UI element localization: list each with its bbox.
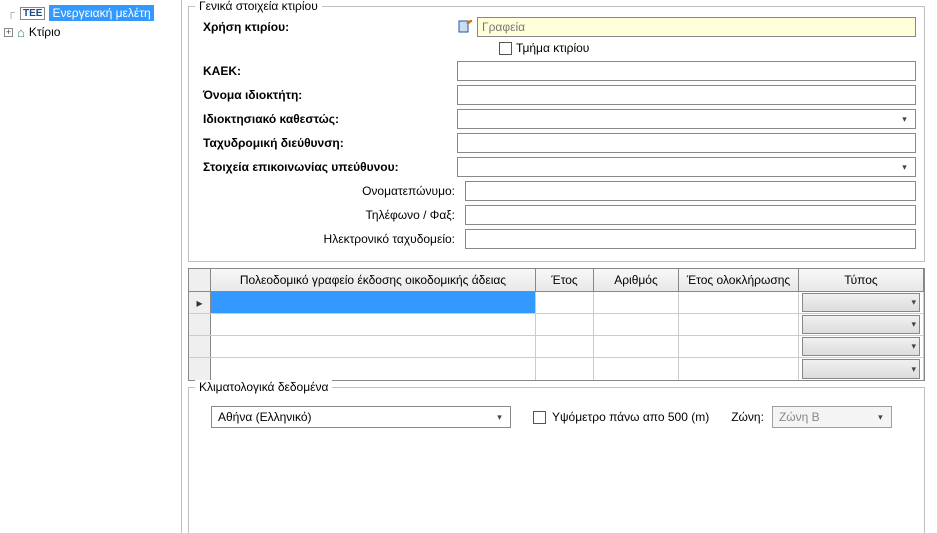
tree-panel: ┌ TEE Ενεργειακή μελέτη + ⌂ Κτίριο bbox=[0, 0, 182, 533]
altitude-checkbox[interactable] bbox=[533, 411, 546, 424]
owner-label: Όνομα ιδιοκτήτη: bbox=[197, 88, 457, 102]
tee-icon: TEE bbox=[20, 7, 45, 20]
tree-connector: ┌ bbox=[4, 7, 18, 19]
ownership-label: Ιδιοκτησιακό καθεστώς: bbox=[197, 112, 457, 126]
tree-root-label: Ενεργειακή μελέτη bbox=[49, 5, 153, 21]
chevron-down-icon: ▾ bbox=[896, 111, 913, 127]
email-label: Ηλεκτρονικό ταχυδομείο: bbox=[197, 232, 465, 246]
grid-row[interactable]: ▸ ▾ bbox=[189, 292, 924, 314]
use-input[interactable]: Γραφεία bbox=[477, 17, 916, 37]
col-year-header[interactable]: Έτος bbox=[536, 269, 594, 291]
owner-input[interactable] bbox=[457, 85, 916, 105]
ownership-select[interactable]: ▾ bbox=[457, 109, 916, 129]
chevron-down-icon: ▾ bbox=[491, 408, 508, 426]
general-legend: Γενικά στοιχεία κτιρίου bbox=[195, 0, 322, 13]
kaek-label: ΚΑΕΚ: bbox=[197, 64, 457, 78]
row-marker: ▸ bbox=[189, 292, 211, 313]
kaek-input[interactable] bbox=[457, 61, 916, 81]
cell-year[interactable] bbox=[536, 292, 594, 313]
grid-row[interactable]: ▾ bbox=[189, 314, 924, 336]
col-type-header[interactable]: Τύπος bbox=[799, 269, 924, 291]
col-finish-header[interactable]: Έτος ολοκλήρωσης bbox=[679, 269, 799, 291]
tree-child-label: Κτίριο bbox=[27, 24, 63, 40]
col-num-header[interactable]: Αριθμός bbox=[594, 269, 679, 291]
tree-expand-icon[interactable]: + bbox=[4, 28, 13, 37]
main-panel: Γενικά στοιχεία κτιρίου Χρήση κτιρίου: Γ… bbox=[182, 0, 937, 533]
permits-grid[interactable]: Πολεοδομικό γραφείο έκδοσης οικοδομικής … bbox=[188, 268, 925, 381]
use-label: Χρήση κτιρίου: bbox=[197, 20, 457, 34]
grid-corner bbox=[189, 269, 211, 291]
col-pol-header[interactable]: Πολεοδομικό γραφείο έκδοσης οικοδομικής … bbox=[211, 269, 536, 291]
address-input[interactable] bbox=[457, 133, 916, 153]
climate-legend: Κλιματολογικά δεδομένα bbox=[195, 380, 332, 394]
fullname-label: Ονοματεπώνυμο: bbox=[197, 184, 465, 198]
cell-finish[interactable] bbox=[679, 292, 799, 313]
grid-row[interactable]: ▾ bbox=[189, 358, 924, 380]
general-fieldset: Γενικά στοιχεία κτιρίου Χρήση κτιρίου: Γ… bbox=[188, 6, 925, 262]
chevron-down-icon: ▾ bbox=[911, 316, 916, 333]
city-select[interactable]: Αθήνα (Ελληνικό) ▾ bbox=[211, 406, 511, 428]
chevron-down-icon: ▾ bbox=[896, 159, 913, 175]
altitude-label: Υψόμετρο πάνω απο 500 (m) bbox=[552, 410, 709, 424]
chevron-down-icon: ▾ bbox=[911, 338, 916, 355]
phonefax-label: Τηλέφωνο / Φαξ: bbox=[197, 208, 465, 222]
grid-row[interactable]: ▾ bbox=[189, 336, 924, 358]
cell-pol[interactable] bbox=[211, 292, 536, 313]
house-icon: ⌂ bbox=[17, 25, 25, 40]
tree-child[interactable]: + ⌂ Κτίριο bbox=[4, 23, 177, 41]
climate-fieldset: Κλιματολογικά δεδομένα Αθήνα (Ελληνικό) … bbox=[188, 387, 925, 533]
zone-select: Ζώνη Β ▾ bbox=[772, 406, 892, 428]
cell-type[interactable]: ▾ bbox=[799, 292, 924, 313]
chevron-down-icon: ▾ bbox=[872, 408, 889, 426]
contact-select[interactable]: ▾ bbox=[457, 157, 916, 177]
zone-label: Ζώνη: bbox=[731, 410, 764, 424]
tree-root[interactable]: ┌ TEE Ενεργειακή μελέτη bbox=[4, 4, 177, 22]
cell-num[interactable] bbox=[594, 292, 679, 313]
phonefax-input[interactable] bbox=[465, 205, 916, 225]
section-checkbox[interactable] bbox=[499, 42, 512, 55]
fullname-input[interactable] bbox=[465, 181, 916, 201]
contact-label: Στοιχεία επικοινωνίας υπεύθυνου: bbox=[197, 160, 457, 174]
chevron-down-icon: ▾ bbox=[911, 360, 916, 378]
section-checkbox-label: Τμήμα κτιρίου bbox=[516, 41, 589, 55]
chevron-down-icon: ▾ bbox=[911, 294, 916, 311]
address-label: Ταχυδρομική διεύθυνση: bbox=[197, 136, 457, 150]
email-input[interactable] bbox=[465, 229, 916, 249]
edit-icon[interactable] bbox=[457, 19, 473, 35]
